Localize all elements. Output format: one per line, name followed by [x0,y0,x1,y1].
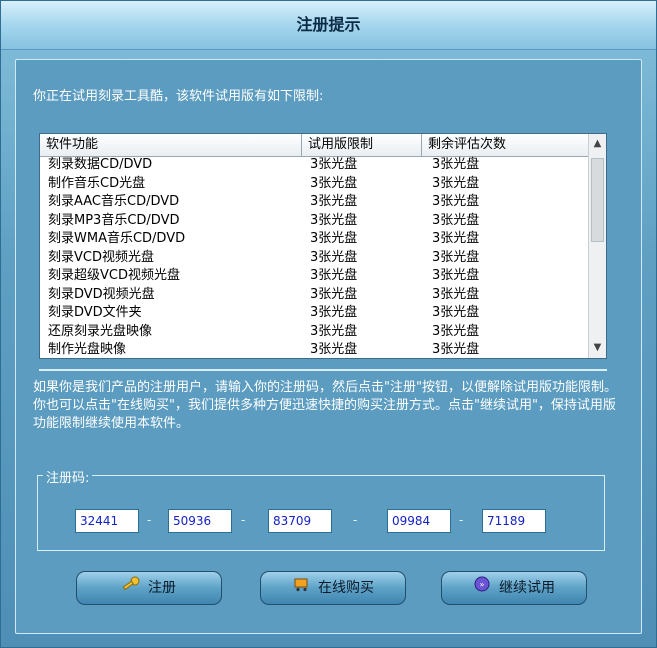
remaining-cell: 3张光盘 [432,286,480,302]
list-item[interactable]: 刻录WMA音乐CD/DVD 3张光盘 3张光盘 [40,230,588,249]
divider [39,369,607,371]
remaining-cell: 3张光盘 [432,305,480,320]
code-field-5[interactable]: 71189 [482,509,546,533]
continue-trial-button-label: 继续试用 [499,580,555,596]
list-item[interactable]: 刻录数据CD/DVD 3张光盘 3张光盘 [40,156,588,175]
dialog-title: 注册提示 [1,1,656,50]
remaining-cell: 3张光盘 [432,342,480,357]
buy-online-button-label: 在线购买 [318,580,374,596]
continue-trial-button[interactable]: » 继续试用 [441,571,587,605]
cart-icon [292,572,310,604]
scroll-down-icon[interactable]: ▼ [590,340,605,356]
code-separator: - [353,513,358,527]
limit-cell: 3张光盘 [310,212,358,228]
column-header-remaining[interactable]: 剩余评估次数 [422,134,588,156]
remaining-cell: 3张光盘 [432,194,480,209]
limit-cell: 3张光盘 [310,249,358,265]
feature-cell: 刻录MP3音乐CD/DVD [48,212,180,228]
feature-cell: 制作音乐CD光盘 [48,175,146,191]
remaining-cell: 3张光盘 [432,212,480,228]
code-separator: - [241,513,246,527]
registration-code-label: 注册码: [43,467,93,486]
list-item[interactable]: 还原刻录光盘映像 3张光盘 3张光盘 [40,323,588,342]
list-header: 软件功能 试用版限制 剩余评估次数 [40,134,588,157]
limit-cell: 3张光盘 [310,305,358,320]
scroll-up-icon[interactable]: ▲ [590,136,605,152]
list-rows: 刻录数据CD/DVD 3张光盘 3张光盘 制作音乐CD光盘 3张光盘 3张光盘 刻录AA… [40,156,588,358]
key-icon [122,572,140,604]
feature-cell: 刻录AAC音乐CD/DVD [48,194,180,209]
remaining-cell: 3张光盘 [432,323,480,339]
code-field-3[interactable]: 83709 [268,509,332,533]
column-header-feature[interactable]: 软件功能 [40,134,302,156]
remaining-cell: 3张光盘 [432,249,480,265]
feature-cell: 还原刻录光盘映像 [48,323,153,339]
limit-cell: 3张光盘 [310,342,358,357]
limit-cell: 3张光盘 [310,194,358,209]
list-item[interactable]: 刻录AAC音乐CD/DVD 3张光盘 3张光盘 [40,193,588,212]
list-scrollbar[interactable]: ▲ ▼ [588,134,606,358]
code-separator: - [147,513,152,527]
buy-online-button[interactable]: 在线购买 [260,571,406,605]
list-item[interactable]: 刻录DVD文件夹 3张光盘 3张光盘 [40,304,588,323]
code-separator: - [459,513,464,527]
code-field-4[interactable]: 09984 [387,509,451,533]
code-field-1[interactable]: 32441 [75,509,139,533]
remaining-cell: 3张光盘 [432,175,480,191]
registration-info-text: 如果你是我们产品的注册用户，请输入你的注册码，然后点击"注册"按钮，以便解除试用… [33,380,617,431]
remaining-cell: 3张光盘 [432,231,480,246]
register-button[interactable]: 注册 [76,571,222,605]
feature-cell: 刻录DVD文件夹 [48,305,142,320]
feature-list[interactable]: 软件功能 试用版限制 剩余评估次数 刻录数据CD/DVD 3张光盘 3张光盘 制作音… [39,133,607,359]
remaining-cell: 3张光盘 [432,268,480,283]
limit-cell: 3张光盘 [310,175,358,191]
feature-cell: 刻录WMA音乐CD/DVD [48,231,186,246]
scroll-thumb[interactable] [591,158,604,242]
list-item[interactable]: 刻录DVD视频光盘 3张光盘 3张光盘 [40,286,588,305]
register-button-label: 注册 [148,580,176,596]
list-item[interactable]: 制作光盘映像 3张光盘 3张光盘 [40,341,588,358]
remaining-cell: 3张光盘 [432,157,480,172]
column-header-limit[interactable]: 试用版限制 [302,134,422,156]
list-item[interactable]: 刻录MP3音乐CD/DVD 3张光盘 3张光盘 [40,212,588,231]
list-item[interactable]: 制作音乐CD光盘 3张光盘 3张光盘 [40,175,588,194]
limit-cell: 3张光盘 [310,231,358,246]
list-item[interactable]: 刻录超级VCD视频光盘 3张光盘 3张光盘 [40,267,588,286]
registration-dialog: 注册提示 你正在试用刻录工具酷，该软件试用版有如下限制: 软件功能 试用版限制 … [0,0,657,648]
feature-cell: 刻录数据CD/DVD [48,157,153,172]
limit-cell: 3张光盘 [310,268,358,283]
limit-cell: 3张光盘 [310,157,358,172]
play-circle-icon: » [473,572,491,604]
trial-intro-text: 你正在试用刻录工具酷，该软件试用版有如下限制: [33,89,324,104]
feature-cell: 刻录VCD视频光盘 [48,249,154,265]
svg-text:»: » [480,580,485,589]
limit-cell: 3张光盘 [310,323,358,339]
limit-cell: 3张光盘 [310,286,358,302]
feature-cell: 制作光盘映像 [48,342,127,357]
feature-cell: 刻录DVD视频光盘 [48,286,155,302]
list-item[interactable]: 刻录VCD视频光盘 3张光盘 3张光盘 [40,249,588,268]
code-field-2[interactable]: 50936 [168,509,232,533]
feature-cell: 刻录超级VCD视频光盘 [48,268,180,283]
